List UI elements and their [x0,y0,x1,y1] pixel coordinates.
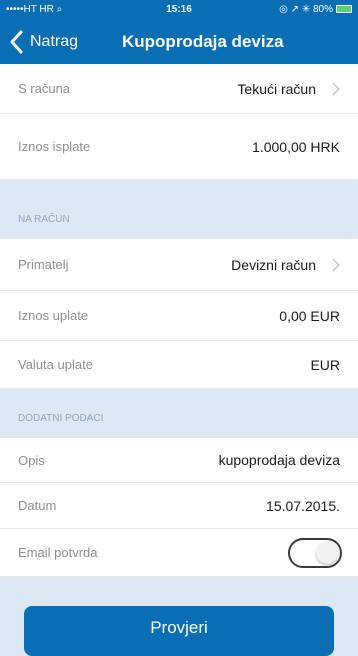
back-chevron-icon [10,30,23,54]
battery-icon [336,5,352,14]
description-row[interactable]: Opis kupoprodaja deviza [0,438,358,483]
toggle-knob [316,542,338,564]
payin-amount-row[interactable]: Iznos uplate 0,00 EUR [0,291,358,341]
chevron-right-icon [332,64,340,113]
payin-currency-row[interactable]: Valuta uplate EUR [0,341,358,389]
check-button[interactable]: Provjeri [24,606,334,656]
section-to-account-title: NA RAČUN [18,214,70,225]
description-label: Opis [18,452,45,468]
section-header-additional: DODATNI PODACI [0,389,358,438]
status-bar: •••••HT HR ⌕ 15:16 ◎ ↗ ✳ 80% [0,0,358,20]
payin-currency-label: Valuta uplate [18,357,93,372]
date-row[interactable]: Datum 15.07.2015. [0,483,358,529]
page-title: Kupoprodaja deviza [122,32,284,51]
date-value: 15.07.2015. [266,497,340,514]
back-button[interactable]: Natrag [6,20,78,64]
chevron-right-icon [332,239,340,290]
email-confirmation-label: Email potvrda [18,545,98,560]
payout-amount-row[interactable]: Iznos isplate 1.000,00 HRK [0,114,358,180]
description-value: kupoprodaja deviza [218,452,340,468]
status-indicators-text: ◎ ↗ ✳ 80% [279,4,333,15]
payin-currency-value: EUR [310,356,340,373]
email-confirmation-toggle[interactable] [288,538,342,568]
date-label: Datum [18,498,57,513]
from-account-row[interactable]: S računa Tekući račun [0,64,358,114]
section-header-to-account: NA RAČUN [0,180,358,239]
recipient-row[interactable]: Primatelj Devizni račun [0,239,358,291]
status-indicators: ◎ ↗ ✳ 80% [279,4,352,15]
recipient-label: Primatelj [18,257,69,272]
back-label: Natrag [30,33,79,50]
payout-amount-label: Iznos isplate [18,139,91,154]
section-additional-title: DODATNI PODACI [18,413,104,424]
from-account-value: Tekući račun [237,80,316,97]
payout-amount-value: 1.000,00 HRK [252,138,340,155]
recipient-value: Devizni račun [231,256,316,273]
payin-amount-label: Iznos uplate [18,308,89,323]
payin-amount-value: 0,00 EUR [279,307,340,324]
from-account-label: S računa [18,81,71,96]
email-confirmation-row: Email potvrda [0,529,358,577]
navigation-bar: Natrag Kupoprodaja deviza [0,20,358,64]
